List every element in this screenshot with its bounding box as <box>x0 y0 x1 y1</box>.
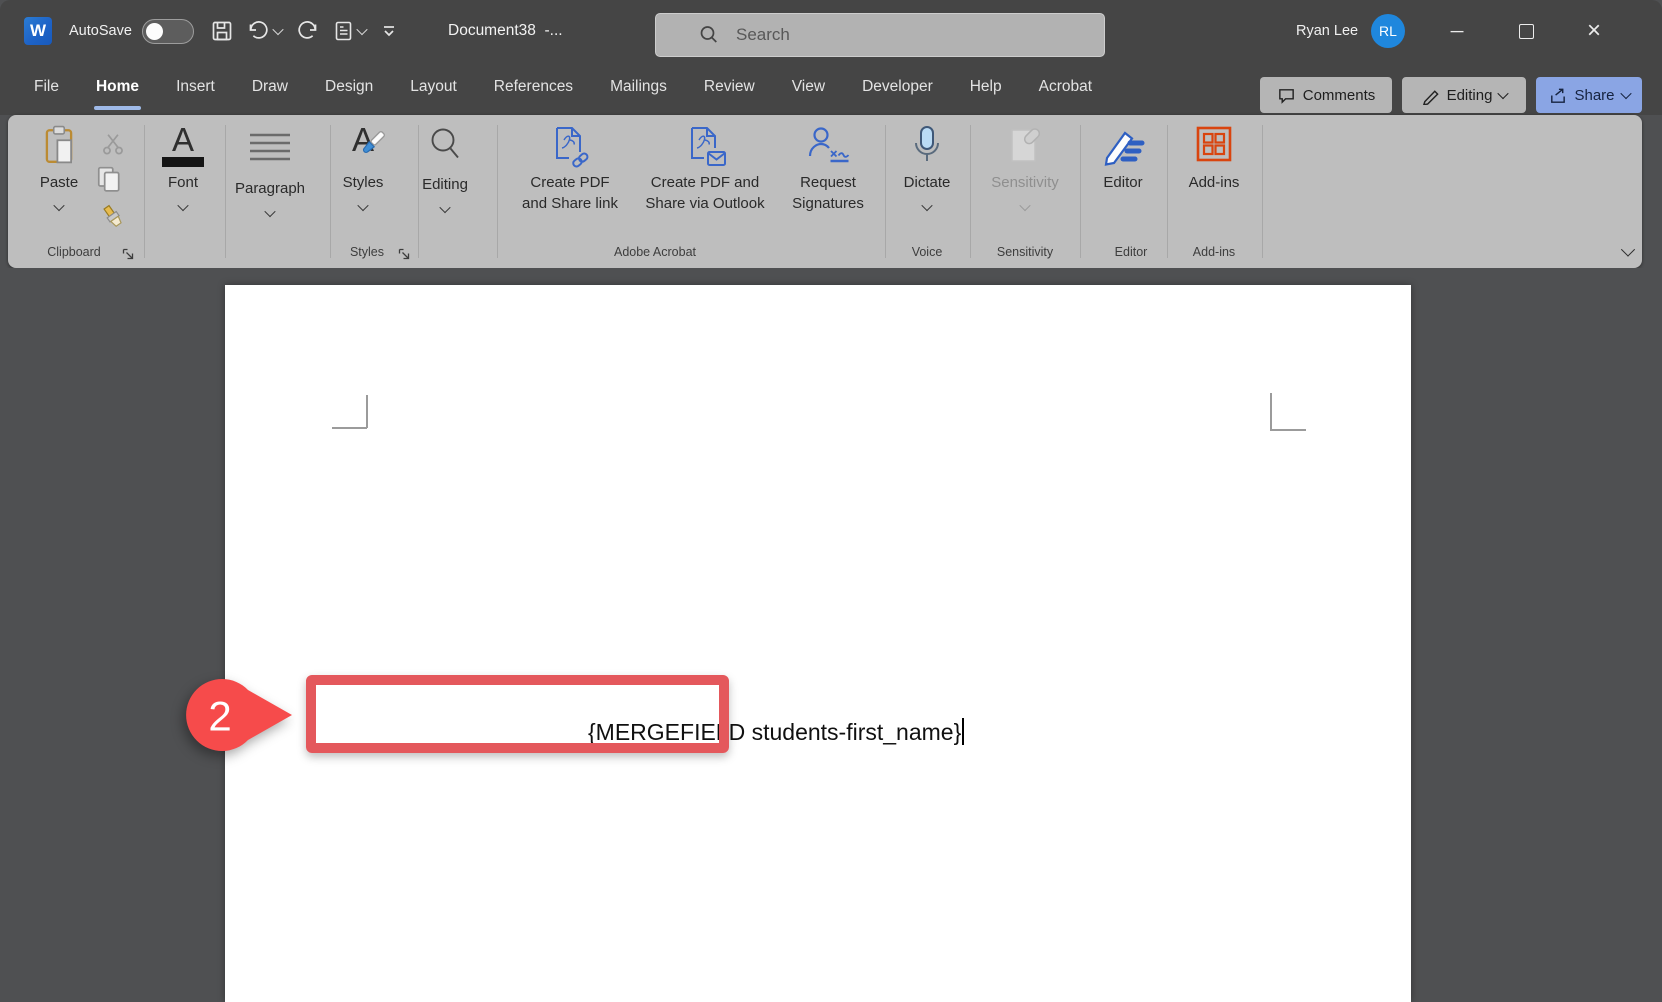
share-button[interactable]: Share <box>1536 77 1642 113</box>
sensitivity-group-label: Sensitivity <box>965 245 1085 259</box>
acrobat-group-label: Adobe Acrobat <box>595 245 715 259</box>
tab-references[interactable]: References <box>492 62 575 115</box>
autosave-toggle[interactable] <box>142 19 194 44</box>
ribbon: Paste Clipboard <box>8 115 1642 268</box>
addins-button[interactable]: Add-ins <box>1174 125 1254 192</box>
undo-icon[interactable] <box>246 19 272 43</box>
group-divider <box>497 125 498 258</box>
word-window: W AutoSave <box>0 0 1662 1002</box>
text-cursor <box>962 718 964 745</box>
text-boundary-mark-right <box>1270 429 1306 431</box>
tab-help[interactable]: Help <box>968 62 1004 115</box>
quick-access-toolbar <box>204 0 406 62</box>
comments-button[interactable]: Comments <box>1260 77 1392 113</box>
maximize-button[interactable] <box>1503 0 1549 62</box>
pdf-outlook-icon <box>682 125 728 169</box>
group-divider <box>1262 125 1263 258</box>
search-input[interactable] <box>734 24 1068 46</box>
annotation-step-number: 2 <box>208 693 231 740</box>
toggle-knob-icon <box>146 23 163 40</box>
undo-dropdown-chevron-icon[interactable] <box>274 22 282 40</box>
styles-group-button[interactable]: A Styles <box>323 125 403 216</box>
text-boundary-mark-left <box>332 427 367 429</box>
addins-grid-icon <box>1195 125 1233 165</box>
avatar[interactable]: RL <box>1371 14 1405 48</box>
sensitivity-button: Sensitivity <box>975 125 1075 216</box>
tab-home[interactable]: Home <box>94 62 141 115</box>
text-boundary-mark-right <box>1270 393 1272 430</box>
text-boundary-mark-left <box>366 395 368 428</box>
group-divider <box>1080 125 1081 258</box>
tab-view[interactable]: View <box>790 62 827 115</box>
paste-button[interactable]: Paste <box>26 125 92 216</box>
app-header: W AutoSave <box>0 0 1662 115</box>
share-icon <box>1548 86 1567 105</box>
minimize-button[interactable]: ─ <box>1434 0 1480 62</box>
search-bar[interactable] <box>655 13 1105 57</box>
user-name[interactable]: Ryan Lee <box>1296 0 1358 62</box>
pdf-share-link-icon <box>547 125 593 169</box>
collapse-ribbon-chevron-icon[interactable] <box>1616 239 1640 263</box>
create-pdf-share-link-button[interactable]: Create PDF and Share link <box>500 125 640 213</box>
pencil-icon <box>1421 86 1440 105</box>
redo-icon[interactable] <box>294 19 320 43</box>
magnifier-icon <box>427 127 463 165</box>
clipboard-dialog-launcher-icon[interactable] <box>122 247 134 265</box>
clipboard-group-label: Clipboard <box>14 245 134 259</box>
document-canvas: {MERGEFIELD students-first_name} 2 <box>0 268 1662 1002</box>
create-pdf-outlook-button[interactable]: Create PDF and Share via Outlook <box>630 125 780 213</box>
editor-button[interactable]: Editor <box>1083 125 1163 192</box>
editing-mode-button[interactable]: Editing <box>1402 77 1526 113</box>
group-divider <box>225 125 226 258</box>
search-icon <box>698 24 720 46</box>
cut-icon[interactable] <box>101 132 125 161</box>
maximize-icon <box>1519 24 1534 39</box>
paragraph-group-button[interactable]: Paragraph <box>230 125 310 222</box>
document-options-icon[interactable] <box>332 19 356 43</box>
dictate-button[interactable]: Dictate <box>887 125 967 216</box>
annotation-highlight-box <box>306 675 729 753</box>
ribbon-tabs: File Home Insert Draw Design Layout Refe… <box>32 62 1094 115</box>
title-bar: W AutoSave <box>0 0 1662 62</box>
dropdown-chevron-icon[interactable] <box>358 22 366 40</box>
editor-pencil-icon <box>1101 125 1145 167</box>
comment-bubble-icon <box>1277 86 1296 105</box>
editing-group-button[interactable]: Editing <box>405 125 485 218</box>
ribbon-tab-row: File Home Insert Draw Design Layout Refe… <box>0 62 1662 115</box>
paste-clipboard-icon <box>44 125 74 165</box>
paragraph-lines-icon <box>248 131 292 163</box>
tab-design[interactable]: Design <box>323 62 375 115</box>
styles-icon: A <box>323 125 403 171</box>
request-signatures-icon <box>805 125 851 169</box>
format-painter-icon[interactable] <box>100 203 128 238</box>
document-page[interactable]: {MERGEFIELD students-first_name} <box>225 285 1411 1002</box>
tab-draw[interactable]: Draw <box>250 62 290 115</box>
copy-icon[interactable] <box>96 165 122 198</box>
group-divider <box>970 125 971 258</box>
tab-mailings[interactable]: Mailings <box>608 62 669 115</box>
active-tab-underline <box>94 106 141 110</box>
microphone-icon <box>911 125 943 167</box>
sensitivity-icon <box>1006 125 1044 167</box>
font-group-button[interactable]: A Font <box>143 125 223 216</box>
group-divider <box>1167 125 1168 258</box>
tab-layout[interactable]: Layout <box>408 62 459 115</box>
tab-insert[interactable]: Insert <box>174 62 217 115</box>
tab-acrobat[interactable]: Acrobat <box>1037 62 1094 115</box>
annotation-step-pin: 2 <box>172 671 298 759</box>
tab-developer[interactable]: Developer <box>860 62 935 115</box>
tab-review[interactable]: Review <box>702 62 757 115</box>
tab-file[interactable]: File <box>32 62 61 115</box>
addins-group-label: Add-ins <box>1154 245 1274 259</box>
autosave-label: AutoSave <box>69 0 132 62</box>
save-icon[interactable] <box>210 19 234 43</box>
request-signatures-button[interactable]: Request Signatures <box>766 125 890 213</box>
document-title: Document38 -... <box>448 0 563 62</box>
word-logo-icon[interactable]: W <box>24 17 52 45</box>
close-button[interactable]: × <box>1571 0 1617 62</box>
styles-dialog-launcher-icon[interactable] <box>398 247 410 265</box>
font-icon: A <box>143 125 223 171</box>
customize-quick-access-icon[interactable] <box>378 20 400 42</box>
